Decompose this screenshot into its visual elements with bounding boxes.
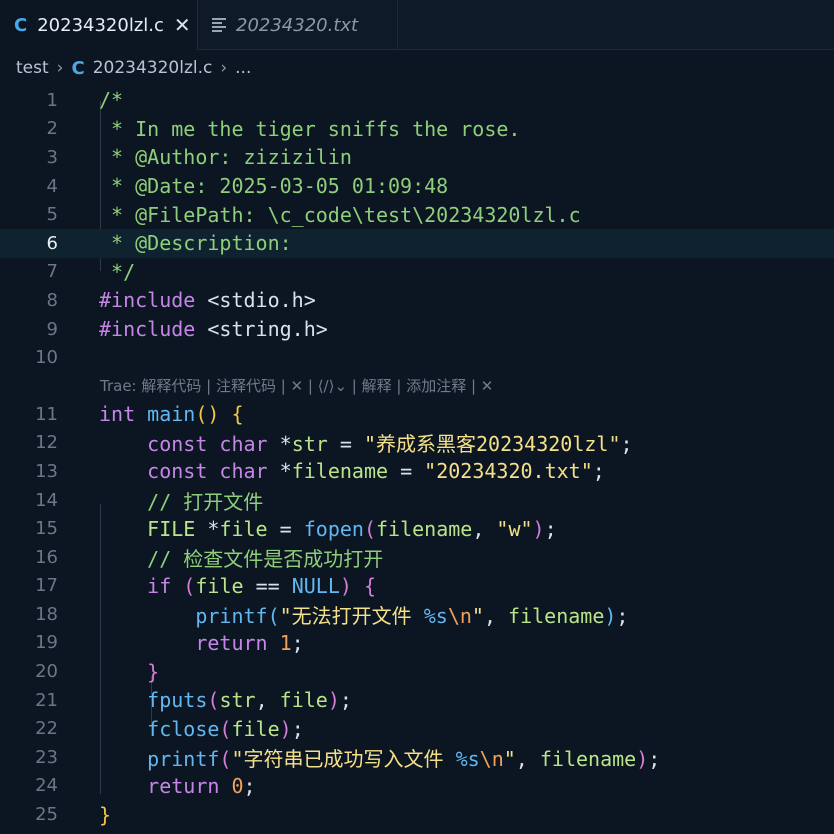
code-line: 13 const char *filename = "20234320.txt"…	[35, 459, 605, 484]
code-line: 22 fclose(file);	[35, 716, 304, 741]
code-editor[interactable]: 1/* 2 * In me the tiger sniffs the rose.…	[0, 86, 834, 829]
tab-label: 20234320.txt	[236, 14, 359, 36]
close-icon[interactable]: ✕	[174, 13, 191, 37]
code-line: 15 FILE *file = fopen(filename, "w");	[35, 516, 557, 541]
code-line: 17 if (file == NULL) {	[35, 573, 377, 598]
code-line: 20 }	[35, 659, 160, 684]
code-line: 25}	[35, 802, 112, 827]
c-file-icon: C	[14, 14, 28, 36]
text-file-icon	[212, 16, 226, 34]
code-line: 19 return 1;	[35, 630, 304, 655]
tab-label: 20234320lzl.c	[37, 14, 164, 36]
code-line: 12 const char *str = "养成系黑客20234320lzl";	[35, 432, 633, 457]
trae-codelens[interactable]: Trae: 解释代码 | 注释代码 | ✕ | ⟨/⟩⌄ | 解释 | 添加注释…	[0, 372, 834, 400]
code-line: 21 fputs(str, file);	[35, 688, 352, 713]
tab-bar: C 20234320lzl.c ✕ 20234320.txt	[0, 0, 834, 50]
code-line: 24 return 0;	[35, 773, 256, 798]
code-line: 14 // 打开文件	[35, 489, 264, 514]
code-line: 8 #include <stdio.h>	[46, 288, 316, 313]
code-line: 18 printf("无法打开文件 %s\n", filename);	[35, 603, 629, 628]
code-line: 16 // 检查文件是否成功打开	[35, 546, 384, 571]
code-line: 1/*	[46, 88, 124, 113]
chevron-right-icon: ›	[220, 58, 228, 78]
breadcrumb-file[interactable]: 20234320lzl.c	[93, 58, 213, 78]
chevron-right-icon: ›	[56, 58, 64, 78]
code-line: 9 #include <string.h>	[46, 317, 328, 342]
tab-20234320-txt[interactable]: 20234320.txt	[198, 0, 398, 50]
code-line: 11 int main() {	[35, 402, 244, 427]
breadcrumb-folder[interactable]: test	[16, 58, 49, 78]
code-line: 5 * @FilePath: \c_code\test\20234320lzl.…	[46, 202, 581, 227]
code-line: 23 printf("字符串已成功写入文件 %s\n", filename);	[35, 746, 661, 771]
code-line-current: 6 * @Description:	[0, 228, 834, 258]
code-line: 7 */	[46, 259, 136, 284]
breadcrumb-more[interactable]: ...	[235, 58, 251, 78]
code-line: 2 * In me the tiger sniffs the rose.	[46, 116, 521, 141]
tab-20234320lzl-c[interactable]: C 20234320lzl.c ✕	[0, 0, 198, 50]
breadcrumb: test › C 20234320lzl.c › ...	[0, 50, 834, 86]
code-line: 10	[35, 347, 58, 369]
c-file-icon: C	[71, 57, 85, 79]
codelens-text[interactable]: Trae: 解释代码 | 注释代码 | ✕ | ⟨/⟩⌄ | 解释 | 添加注释…	[100, 375, 493, 396]
code-line: 3 * @Author: zizizilin	[46, 145, 352, 170]
code-line: 4 * @Date: 2025-03-05 01:09:48	[46, 174, 449, 199]
